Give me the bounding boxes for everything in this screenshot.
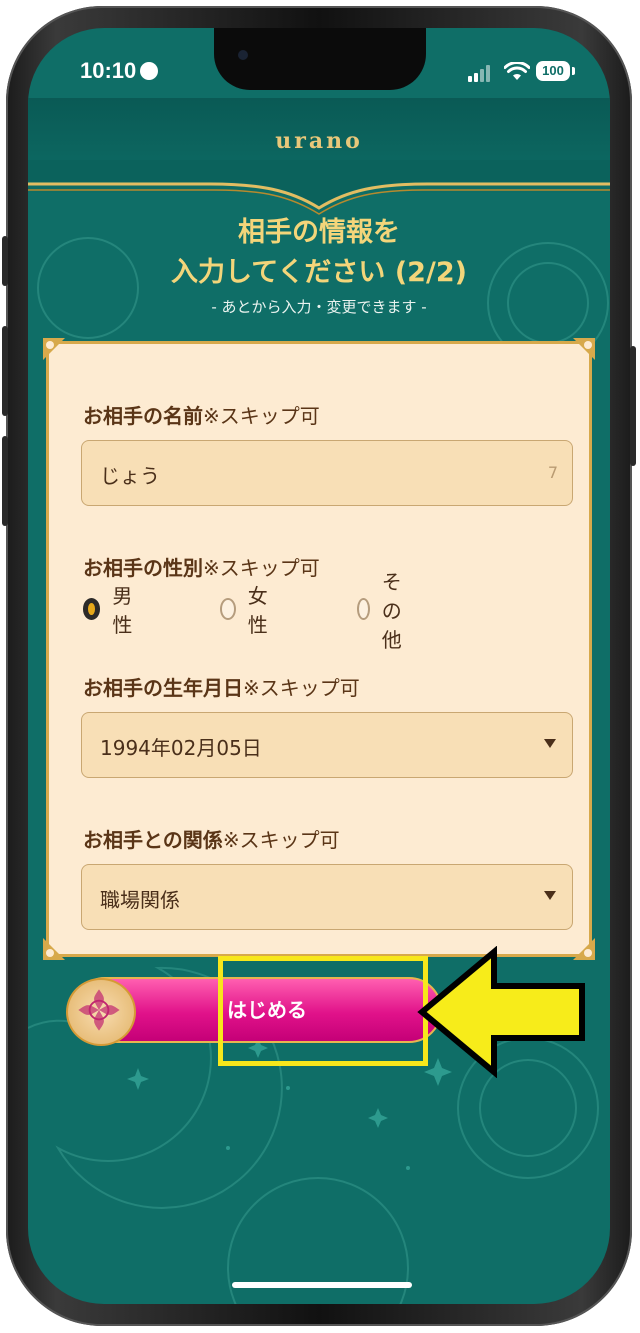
wifi-icon (504, 62, 530, 80)
relation-select[interactable]: 職場関係 (81, 864, 573, 930)
name-skip-note: ※スキップ可 (203, 404, 320, 428)
page-title-line2: 入力してください (2/2) (171, 257, 467, 288)
gender-label-text: お相手の性別 (83, 556, 203, 580)
corner-ornament-icon (43, 938, 65, 960)
power-button (630, 346, 636, 466)
birthdate-select[interactable]: 1994年02月05日 (81, 712, 573, 778)
notch (214, 28, 426, 90)
relation-skip-note: ※スキップ可 (222, 828, 340, 852)
gender-skip-note: ※スキップ可 (203, 556, 320, 580)
screen: 10:10 100 urano 相手の情報を 入力してください (2/2) - … (28, 28, 610, 1304)
gender-option-label: 男性 (112, 584, 133, 637)
app-logo: urano (275, 128, 363, 154)
corner-ornament-icon (573, 338, 595, 360)
gender-radio-other[interactable]: その他 (357, 570, 411, 652)
relation-label: お相手との関係※スキップ可 (83, 824, 340, 853)
birthdate-label: お相手の生年月日※スキップ可 (83, 672, 360, 701)
gender-radio-female[interactable]: 女性 (220, 584, 274, 637)
home-indicator[interactable] (232, 1282, 412, 1288)
relation-label-text: お相手との関係 (83, 828, 223, 852)
relation-value: 職場関係 (100, 888, 180, 912)
gender-option-label: その他 (381, 569, 402, 652)
birthdate-skip-note: ※スキップ可 (243, 676, 360, 700)
recording-dot-icon (140, 62, 158, 80)
name-label-text: お相手の名前 (83, 404, 203, 428)
mute-switch (2, 236, 8, 286)
status-time: 10:10 (80, 58, 137, 83)
highlight-annotation-box (218, 956, 428, 1066)
page-title-line1: 相手の情報を (238, 217, 400, 248)
volume-down-button (2, 436, 8, 526)
partner-name-value: じょう (100, 464, 160, 488)
flower-ornament-icon (78, 989, 120, 1031)
radio-unselected-icon (220, 598, 236, 620)
page-subtitle: - あとから入力・変更できます - (211, 298, 427, 316)
form-card: お相手の名前※スキップ可 じょう 7 お相手の性別※スキップ可 男性 女性 その… (43, 338, 595, 960)
gender-option-label: 女性 (247, 584, 268, 637)
pointing-arrow-icon (417, 946, 585, 1078)
name-label: お相手の名前※スキップ可 (83, 400, 320, 429)
birthdate-value: 1994年02月05日 (100, 736, 262, 760)
front-camera (238, 50, 248, 60)
phone-frame: 10:10 100 urano 相手の情報を 入力してください (2/2) - … (2, 6, 636, 1326)
dropdown-caret-icon (544, 891, 556, 900)
volume-up-button (2, 326, 8, 416)
char-count: 7 (547, 463, 558, 482)
page-title: 相手の情報を 入力してください (2/2) (28, 213, 610, 293)
radio-unselected-icon (357, 598, 370, 620)
gender-radio-male[interactable]: 男性 (83, 584, 137, 637)
gender-label: お相手の性別※スキップ可 (83, 552, 320, 581)
corner-ornament-icon (43, 338, 65, 360)
button-ornament-icon (66, 978, 136, 1046)
dropdown-caret-icon (544, 739, 556, 748)
partner-name-input[interactable]: じょう 7 (81, 440, 573, 506)
radio-selected-icon (83, 598, 101, 620)
cellular-signal-icon (468, 64, 494, 82)
battery-icon: 100 (536, 61, 575, 81)
birthdate-label-text: お相手の生年月日 (83, 676, 243, 700)
